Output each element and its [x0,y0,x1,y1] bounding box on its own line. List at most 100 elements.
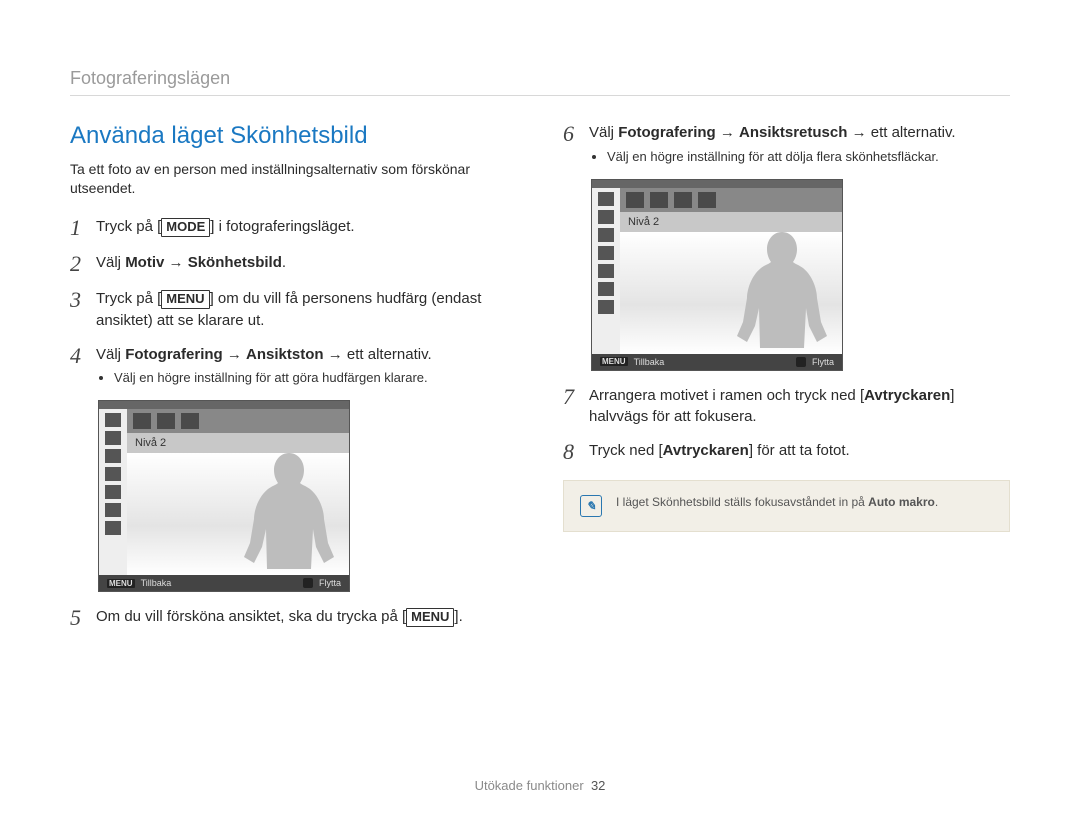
text: ] i fotograferingsläget. [210,218,354,235]
note-icon: ✎ [580,495,602,517]
section-header: Fotograferingslägen [70,68,1010,96]
bold: Skönhetsbild [188,254,282,271]
text: → ett alternativ. [847,124,955,141]
step-text: Om du vill försköna ansiktet, ska du try… [96,606,463,628]
ss-option-row [99,409,349,433]
bold: Auto makro [868,495,935,509]
step-text: Tryck ned [Avtryckaren] för att ta fotot… [589,440,850,462]
option-icon [674,192,692,208]
text: Välj en högre inställning för att göra h… [114,369,432,388]
intro-text: Ta ett foto av en person med inställning… [70,160,517,198]
footer-move-label: Flytta [812,357,834,367]
option-icon [133,413,151,429]
side-icon [598,264,614,278]
step-2: 2 Välj Motiv → Skönhetsbild. [70,252,517,276]
text: Arrangera motivet i ramen och tryck ned … [589,387,864,404]
ss-topband [592,180,842,188]
step-number: 8 [563,440,589,464]
step-number: 6 [563,122,589,146]
arrow-icon: → [720,124,735,141]
side-icon [598,192,614,206]
two-column-layout: Använda läget Skönhetsbild Ta ett foto a… [70,122,1010,642]
side-icon [105,503,121,517]
bold: Fotografering [618,124,716,141]
step-text: Arrangera motivet i ramen och tryck ned … [589,385,1010,429]
side-icon [105,485,121,499]
camera-screenshot-facetone: Nivå 2 MENU Tillbaka Flytta [98,400,350,592]
text: Välj [589,124,618,141]
ss-option-row [592,188,842,212]
bold: Ansiktsretusch [739,124,847,141]
text: . [935,495,938,509]
text: I läget Skönhetsbild ställs fokusavstånd… [616,495,868,509]
step-number: 2 [70,252,96,276]
bold: Avtryckaren [663,442,749,459]
step-3: 3 Tryck på [MENU] om du vill få personen… [70,288,517,332]
option-icon [626,192,644,208]
text: Tryck på [ [96,290,161,307]
note-text: I läget Skönhetsbild ställs fokusavstånd… [616,495,938,509]
mode-key: MODE [161,218,210,237]
step-text: Tryck på [MENU] om du vill få personens … [96,288,517,332]
step-number: 1 [70,216,96,240]
side-icon [105,521,121,535]
text: ]. [454,608,462,625]
info-note: ✎ I läget Skönhetsbild ställs fokusavstå… [563,480,1010,532]
menu-key: MENU [406,608,454,627]
arrow-icon: → [169,254,184,271]
dpad-icon [796,357,806,367]
side-icon [598,228,614,242]
side-icon [598,210,614,224]
text: . [282,254,286,271]
steps-list-right-cont: 7 Arrangera motivet i ramen och tryck ne… [563,385,1010,465]
option-icon [650,192,668,208]
ss-side-icons [99,409,127,575]
text: Om du vill försköna ansiktet, ska du try… [96,608,406,625]
sub-bullet: Välj en högre inställning för att göra h… [108,369,432,388]
level-label: Nivå 2 [135,437,166,449]
text: Tryck på [ [96,218,161,235]
level-label: Nivå 2 [628,216,659,228]
arrow-icon: → [227,346,242,363]
text: ] för att ta fotot. [749,442,850,459]
side-icon [105,413,121,427]
step-1: 1 Tryck på [MODE] i fotograferingsläget. [70,216,517,240]
bold: Motiv [125,254,164,271]
step-number: 4 [70,344,96,368]
footer-back-label: Tillbaka [634,357,665,367]
step-text: Välj Fotografering → Ansiktston → ett al… [96,344,432,389]
side-icon [105,467,121,481]
ss-photo-area [620,232,842,354]
side-icon [598,282,614,296]
footer-move-label: Flytta [319,578,341,588]
steps-list-left: 1 Tryck på [MODE] i fotograferingsläget.… [70,216,517,388]
step-4: 4 Välj Fotografering → Ansiktston → ett … [70,344,517,389]
step-7: 7 Arrangera motivet i ramen och tryck ne… [563,385,1010,429]
ss-photo-area [127,453,349,575]
footer-label: Utökade funktioner [475,778,584,793]
page-footer: Utökade funktioner 32 [0,778,1080,793]
side-icon [598,300,614,314]
page-number: 32 [591,778,605,793]
text: Välj [96,254,125,271]
right-column: 6 Välj Fotografering → Ansiktsretusch → … [563,122,1010,642]
footer-menu-icon: MENU [107,579,135,588]
step-number: 5 [70,606,96,630]
side-icon [105,449,121,463]
side-icon [105,431,121,445]
option-icon [181,413,199,429]
side-icon [598,246,614,260]
ss-side-icons [592,188,620,354]
ss-footer: MENU Tillbaka Flytta [592,354,842,370]
ss-selected-row: Nivå 2 [99,433,349,453]
step-text: Tryck på [MODE] i fotograferingsläget. [96,216,355,238]
ss-footer: MENU Tillbaka Flytta [99,575,349,591]
person-silhouette-icon [241,453,337,575]
bold: Fotografering [125,346,223,363]
manual-page: Fotograferingslägen Använda läget Skönhe… [0,0,1080,815]
steps-list-left-cont: 5 Om du vill försköna ansiktet, ska du t… [70,606,517,630]
option-icon [698,192,716,208]
footer-back-label: Tillbaka [141,578,172,588]
step-text: Välj Fotografering → Ansiktsretusch → et… [589,122,956,167]
dpad-icon [303,578,313,588]
